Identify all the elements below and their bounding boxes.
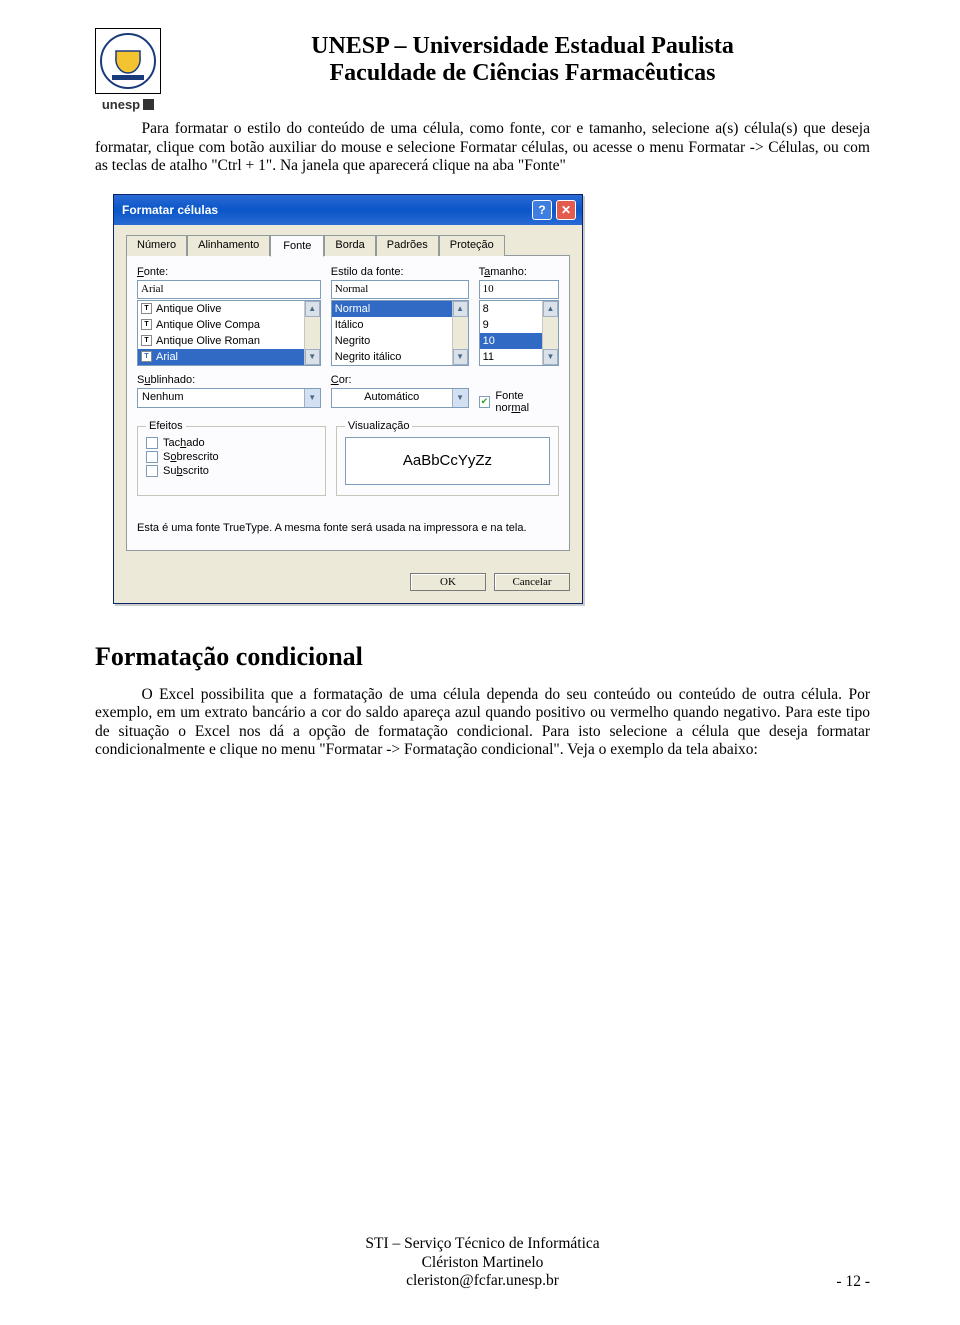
list-item[interactable]: TAntique Olive [138, 301, 320, 317]
label-sublinhado: Sublinhado: [137, 374, 321, 386]
font-preview: AaBbCcYyZz [345, 437, 550, 485]
visualizacao-group: Visualização AaBbCcYyZz [336, 426, 559, 496]
footer-line3: cleriston@fcfar.unesp.br [95, 1272, 870, 1291]
cor-combo[interactable]: Automático ▼ [331, 388, 469, 408]
label-cor: Cor: [331, 374, 469, 386]
combo-value: Automático [332, 389, 452, 407]
chevron-down-icon[interactable]: ▼ [452, 389, 468, 407]
label-tamanho: Tamanho: [479, 266, 559, 278]
dialog-titlebar[interactable]: Formatar células ? ✕ [114, 195, 582, 225]
format-cells-dialog: Formatar células ? ✕ Número Alinhamento … [113, 194, 583, 604]
section-heading: Formatação condicional [95, 642, 870, 672]
list-item[interactable]: Negrito itálico [332, 349, 468, 365]
list-item[interactable]: Negrito [332, 333, 468, 349]
fonte-listbox[interactable]: TAntique Olive TAntique Olive Compa TAnt… [137, 300, 321, 366]
scroll-up-icon[interactable]: ▲ [453, 301, 468, 317]
list-item[interactable]: Itálico [332, 317, 468, 333]
unesp-logo: unesp [102, 97, 154, 112]
scrollbar[interactable]: ▲▼ [542, 301, 558, 365]
dialog-screenshot: Formatar células ? ✕ Número Alinhamento … [113, 194, 870, 604]
group-legend: Efeitos [146, 420, 186, 432]
unesp-word: unesp [102, 97, 140, 112]
list-item[interactable]: TAntique Olive Roman [138, 333, 320, 349]
tamanho-input[interactable] [479, 280, 559, 299]
estilo-input[interactable] [331, 280, 469, 299]
cancel-button[interactable]: Cancelar [494, 573, 570, 591]
tab-borda[interactable]: Borda [324, 235, 375, 256]
header-text: UNESP – Universidade Estadual Paulista F… [175, 28, 870, 87]
university-crest-icon [95, 28, 161, 94]
scroll-down-icon[interactable]: ▼ [453, 349, 468, 365]
sublinhado-combo[interactable]: Nenhum ▼ [137, 388, 321, 408]
page-header: unesp UNESP – Universidade Estadual Paul… [95, 28, 870, 112]
header-line2: Faculdade de Ciências Farmacêuticas [175, 60, 870, 87]
fonte-input[interactable] [137, 280, 321, 299]
tab-numero[interactable]: Número [126, 235, 187, 256]
group-legend: Visualização [345, 420, 413, 432]
estilo-listbox[interactable]: Normal Itálico Negrito Negrito itálico ▲… [331, 300, 469, 366]
subscrito-checkbox[interactable]: Subscrito [146, 465, 317, 477]
unesp-square-icon [143, 99, 154, 110]
tab-strip: Número Alinhamento Fonte Borda Padrões P… [126, 235, 570, 256]
combo-value: Nenhum [138, 389, 304, 407]
fonte-normal-checkbox[interactable]: ✔ Fonte normal [479, 390, 559, 414]
tab-protecao[interactable]: Proteção [439, 235, 505, 256]
list-item[interactable]: TArial [138, 349, 320, 365]
sobrescrito-checkbox[interactable]: Sobrescrito [146, 451, 317, 463]
tab-padroes[interactable]: Padrões [376, 235, 439, 256]
efeitos-group: Efeitos Tachado Sobrescrito Subscrito [137, 426, 326, 496]
scroll-down-icon[interactable]: ▼ [305, 349, 320, 365]
help-button[interactable]: ? [532, 200, 552, 220]
close-icon: ✕ [561, 203, 571, 217]
tab-fonte[interactable]: Fonte [270, 235, 324, 257]
footer-line1: STI – Serviço Técnico de Informática [95, 1235, 870, 1254]
scroll-up-icon[interactable]: ▲ [543, 301, 558, 317]
footer-line2: Clériston Martinelo [95, 1254, 870, 1273]
label-fonte: Fonte: [137, 266, 321, 278]
help-icon: ? [538, 203, 545, 217]
logo-column: unesp [95, 28, 161, 112]
label-estilo: Estilo da fonte: [331, 266, 469, 278]
scrollbar[interactable]: ▲▼ [304, 301, 320, 365]
tab-alinhamento[interactable]: Alinhamento [187, 235, 270, 256]
paragraph-conditional: O Excel possibilita que a formatação de … [95, 686, 870, 760]
list-item[interactable]: TAntique Olive Compa [138, 317, 320, 333]
list-item[interactable]: Normal [332, 301, 468, 317]
checkbox-box: ✔ [479, 396, 491, 408]
tamanho-listbox[interactable]: 8 9 10 11 ▲▼ [479, 300, 559, 366]
dialog-buttons: OK Cancelar [114, 563, 582, 603]
scrollbar[interactable]: ▲▼ [452, 301, 468, 365]
scroll-down-icon[interactable]: ▼ [543, 349, 558, 365]
checkbox-label: Fonte normal [495, 390, 559, 414]
tab-panel-fonte: Fonte: TAntique Olive TAntique Olive Com… [126, 255, 570, 551]
page-footer: STI – Serviço Técnico de Informática Clé… [95, 1235, 870, 1291]
page-number: - 12 - [836, 1273, 870, 1291]
dialog-title: Formatar células [122, 203, 218, 217]
ok-button[interactable]: OK [410, 573, 486, 591]
chevron-down-icon[interactable]: ▼ [304, 389, 320, 407]
close-button[interactable]: ✕ [556, 200, 576, 220]
scroll-up-icon[interactable]: ▲ [305, 301, 320, 317]
header-line1: UNESP – Universidade Estadual Paulista [175, 33, 870, 60]
paragraph-intro: Para formatar o estilo do conteúdo de um… [95, 120, 870, 176]
truetype-hint: Esta é uma fonte TrueType. A mesma fonte… [137, 522, 559, 536]
tachado-checkbox[interactable]: Tachado [146, 437, 317, 449]
